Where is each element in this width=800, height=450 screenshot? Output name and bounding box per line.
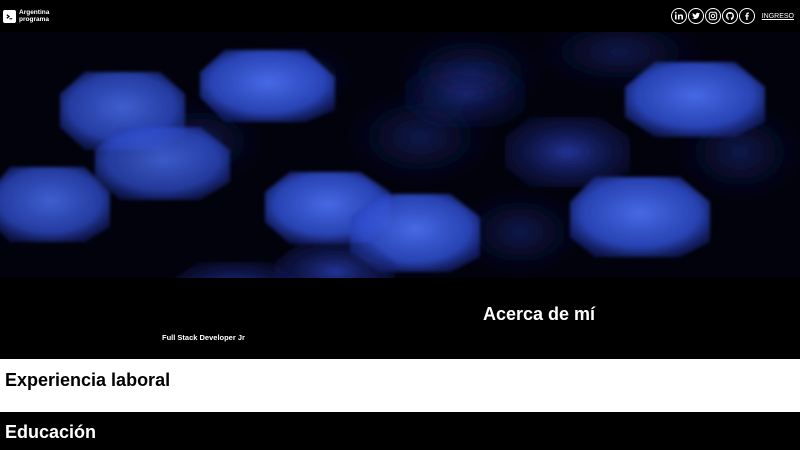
logo-line1: Argentina	[19, 9, 50, 16]
about-section: Acerca de mí Full Stack Developer Jr	[0, 278, 800, 359]
twitter-icon[interactable]	[687, 8, 704, 24]
top-navbar: Argentina programa INGRESO	[0, 0, 800, 32]
facebook-icon[interactable]	[738, 8, 755, 24]
terminal-icon	[3, 9, 16, 23]
experience-section: Experiencia laboral	[0, 359, 800, 412]
social-links: INGRESO	[670, 8, 794, 24]
instagram-icon[interactable]	[704, 8, 721, 24]
education-section: Educación	[0, 412, 800, 450]
logo-line2: programa	[19, 16, 49, 23]
hero-banner-image	[0, 32, 800, 278]
logo-text: Argentina programa	[19, 9, 49, 23]
education-title: Educación	[5, 422, 97, 442]
login-link[interactable]: INGRESO	[762, 13, 794, 20]
argentina-programa-logo[interactable]: Argentina programa	[3, 9, 49, 23]
about-title: Acerca de mí	[483, 304, 596, 324]
github-icon[interactable]	[721, 8, 738, 24]
job-title: Full Stack Developer Jr	[162, 333, 245, 342]
page: Argentina programa INGRESO Acerca de mí …	[0, 0, 800, 450]
bokeh-background	[0, 32, 800, 278]
experience-title: Experiencia laboral	[5, 370, 171, 390]
linkedin-icon[interactable]	[670, 8, 687, 24]
